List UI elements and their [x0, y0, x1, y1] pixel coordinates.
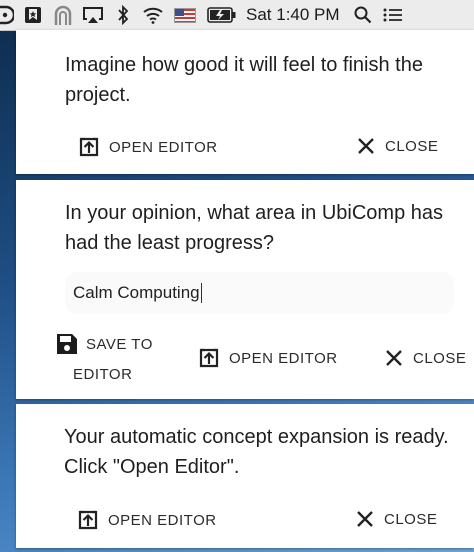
notification-message: In your opinion, what area in UbiComp ha…: [65, 198, 443, 258]
close-button[interactable]: CLOSE: [384, 348, 466, 368]
message-line: Click "Open Editor".: [64, 456, 240, 478]
list-icon[interactable]: [378, 0, 408, 30]
save-label-line2: EDITOR: [73, 366, 133, 383]
notification-message: Your automatic concept expansion is read…: [64, 422, 449, 482]
message-line: Your automatic concept expansion is read…: [64, 426, 449, 448]
message-line: had the least progress?: [65, 232, 275, 254]
open-editor-label: OPEN EDITOR: [108, 511, 217, 529]
close-label: CLOSE: [413, 349, 467, 367]
notification-card: Your automatic concept expansion is read…: [16, 404, 474, 548]
nook-app-icon[interactable]: [48, 0, 78, 30]
airplay-icon[interactable]: [78, 0, 108, 30]
close-label: CLOSE: [385, 137, 439, 155]
open-editor-button[interactable]: OPEN EDITOR: [198, 347, 338, 369]
text-caret: [200, 283, 202, 303]
save-icon: [56, 333, 78, 360]
message-line: project.: [65, 84, 131, 106]
close-label: CLOSE: [384, 510, 438, 528]
message-line: In your opinion, what area in UbiComp ha…: [65, 202, 443, 224]
close-button[interactable]: CLOSE: [356, 136, 438, 156]
open-in-editor-icon: [77, 509, 99, 531]
notification-card: Imagine how good it will feel to finish …: [16, 30, 474, 174]
wifi-icon[interactable]: [138, 0, 168, 30]
notification-message: Imagine how good it will feel to finish …: [65, 50, 423, 110]
response-input-value: Calm Computing: [73, 283, 200, 302]
open-editor-button[interactable]: OPEN EDITOR: [77, 509, 217, 531]
bluetooth-icon[interactable]: [108, 0, 138, 30]
menu-bar-clock[interactable]: Sat 1:40 PM: [242, 0, 348, 30]
us-flag-icon[interactable]: [168, 0, 202, 30]
battery-charging-icon[interactable]: [202, 0, 242, 30]
open-editor-label: OPEN EDITOR: [229, 349, 338, 367]
dropbox-icon[interactable]: [0, 0, 18, 30]
close-icon: [355, 509, 375, 529]
open-editor-button[interactable]: OPEN EDITOR: [78, 136, 218, 158]
close-icon: [356, 136, 376, 156]
notification-card: In your opinion, what area in UbiComp ha…: [16, 180, 474, 399]
close-icon: [384, 348, 404, 368]
save-to-editor-button[interactable]: SAVE TO EDITOR: [56, 330, 176, 388]
save-label-line1: SAVE TO: [86, 336, 153, 353]
open-in-editor-icon: [78, 136, 100, 158]
open-in-editor-icon: [198, 347, 220, 369]
menu-bar: Sat 1:40 PM: [0, 0, 474, 31]
message-line: Imagine how good it will feel to finish …: [65, 54, 423, 76]
search-icon[interactable]: [348, 0, 378, 30]
bookmark-app-icon[interactable]: [18, 0, 48, 30]
close-button[interactable]: CLOSE: [355, 509, 437, 529]
open-editor-label: OPEN EDITOR: [109, 138, 218, 156]
response-input[interactable]: Calm Computing: [65, 272, 454, 314]
